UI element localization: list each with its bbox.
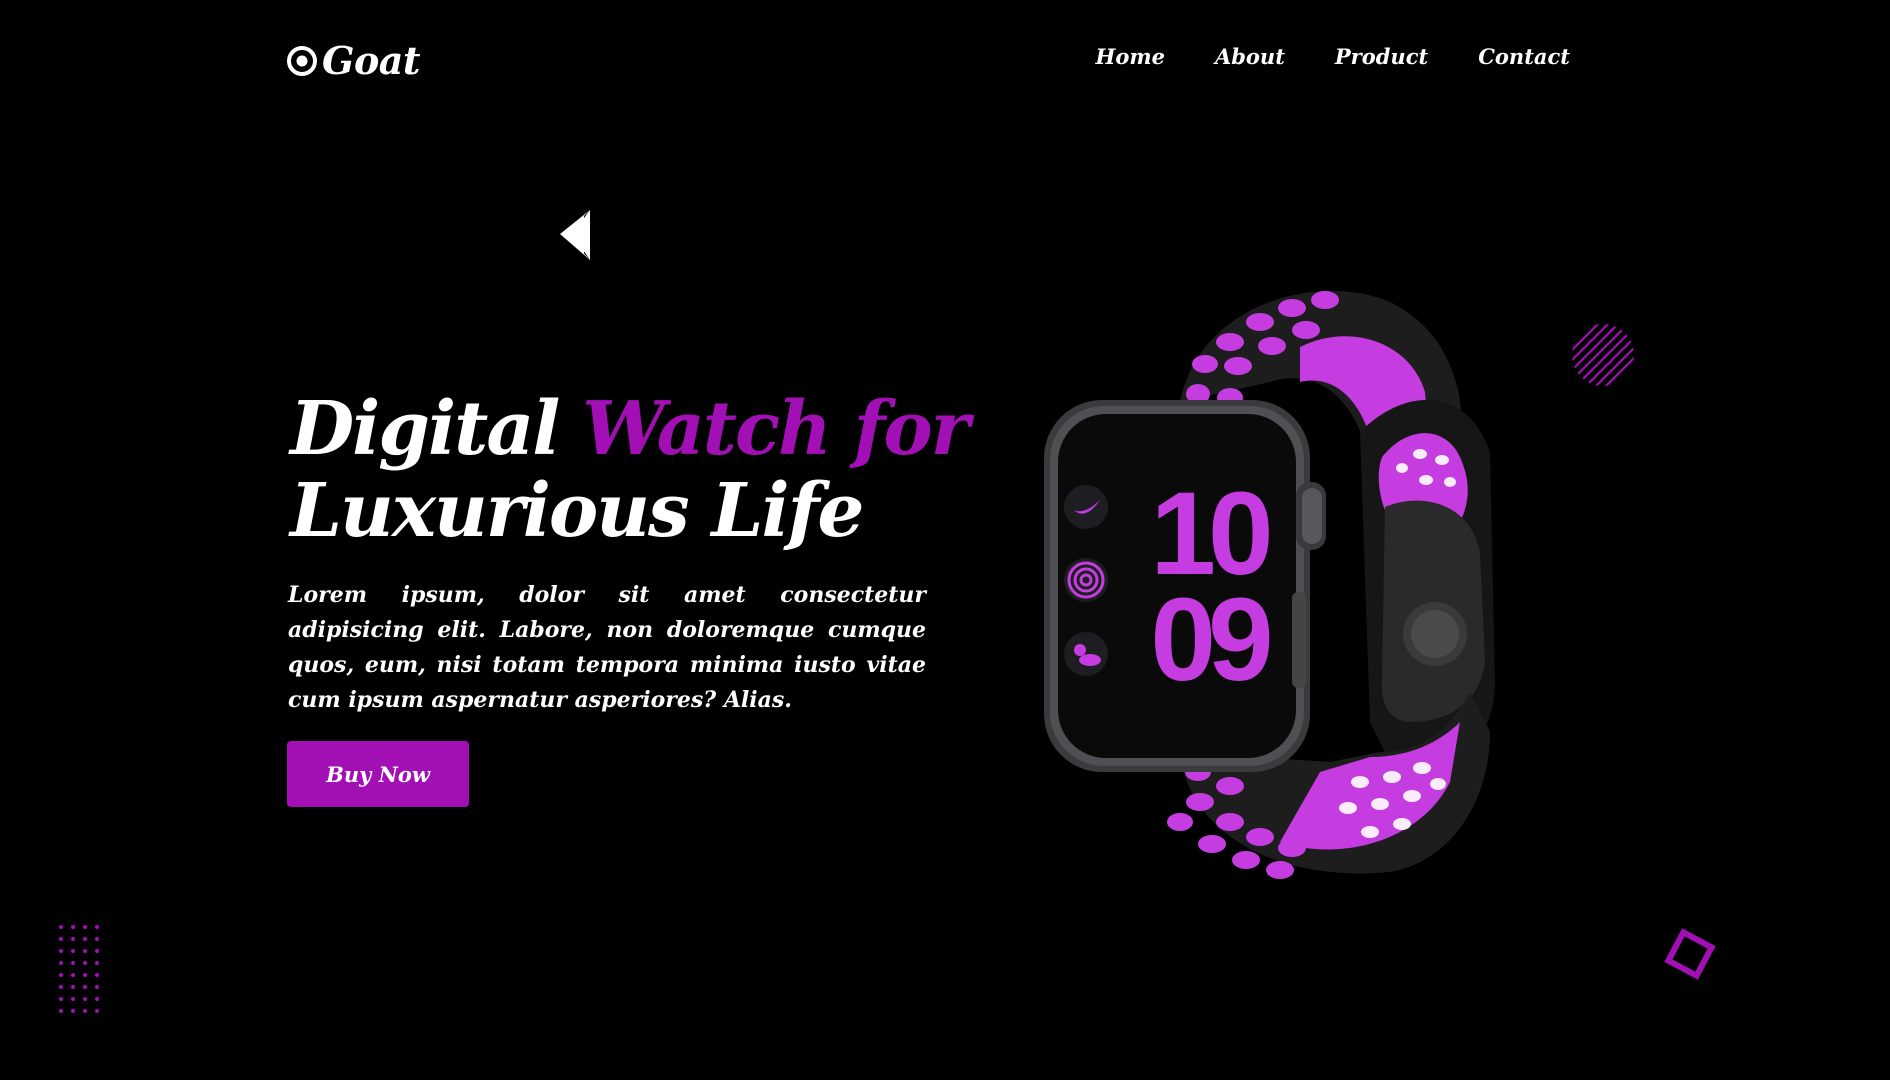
hero-title: Digital Watch for Luxurious Life bbox=[290, 388, 990, 552]
logo[interactable]: Goat bbox=[286, 36, 420, 86]
diamond-outline-icon bbox=[1664, 928, 1716, 980]
hero-title-part-3: Luxurious Life bbox=[290, 468, 864, 554]
logo-target-icon bbox=[287, 46, 317, 76]
hero-title-part-1: Digital bbox=[290, 386, 560, 472]
buy-now-button[interactable]: Buy Now bbox=[287, 741, 469, 807]
nav-home-link[interactable]: Home bbox=[1096, 44, 1165, 69]
smartwatch-image: 10 09 bbox=[1044, 290, 1495, 879]
watch-minutes-text: 09 bbox=[1150, 574, 1270, 706]
nav-about-link[interactable]: About bbox=[1215, 44, 1285, 69]
brand-name: Goat bbox=[322, 38, 420, 83]
nav-contact-link[interactable]: Contact bbox=[1478, 44, 1570, 69]
main-nav: Home About Product Contact bbox=[1096, 44, 1571, 69]
dot-grid-icon bbox=[59, 925, 99, 1013]
hero-description: Lorem ipsum, dolor sit amet consectetur … bbox=[288, 582, 926, 713]
triangle-arrow-icon bbox=[560, 210, 590, 260]
hero-title-accent: Watch for bbox=[582, 386, 970, 472]
nav-product-link[interactable]: Product bbox=[1335, 44, 1428, 69]
